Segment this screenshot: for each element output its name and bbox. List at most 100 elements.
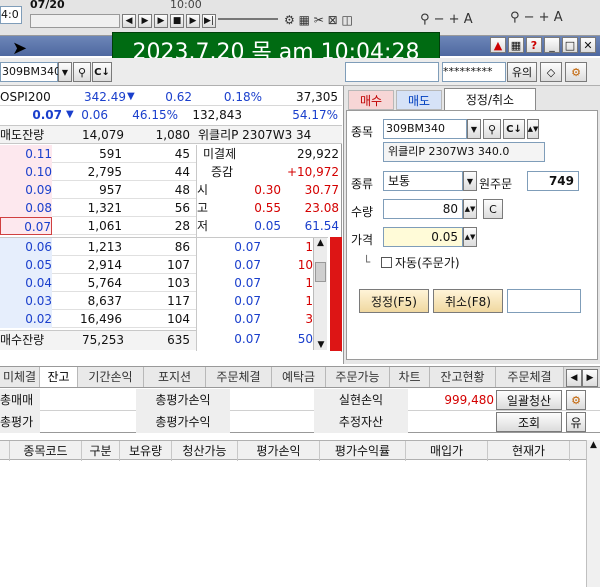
tool-icons-left[interactable]: ⚙ ▦ ✂ ⊠ ◫ [284, 13, 353, 27]
maximize-icon[interactable]: □ [562, 37, 578, 53]
index-volume: 37,305 [296, 90, 338, 104]
ask-price: 0.08 [0, 199, 52, 217]
bid-row[interactable]: 0.05 2,914 107 [0, 256, 196, 274]
price-volume: 132,843 [192, 108, 242, 122]
cancel-order-button[interactable]: 취소(F8) [433, 289, 503, 313]
info-value-2: 30.77 [304, 183, 339, 197]
scroll-down-icon[interactable]: ▼ [314, 340, 328, 350]
price-stepper[interactable]: ▲▼ [463, 227, 477, 247]
window-controls[interactable]: ▲ ▦ ? _ □ ✕ [440, 37, 600, 55]
order-code-input[interactable]: 309BM340 [383, 119, 467, 139]
summary-gear-icon[interactable]: ⚙ [566, 390, 586, 410]
settings-gear-icon[interactable]: ⚙ [565, 62, 587, 82]
zoom-icons-left[interactable]: ⚲ − + A [420, 12, 473, 27]
qty-input[interactable]: 80 [383, 199, 463, 219]
col-eval-return[interactable]: 평가수익률 [320, 441, 406, 461]
tab-order-fill[interactable]: 주문체결 [206, 367, 272, 387]
stop-button[interactable]: ■ [170, 14, 184, 28]
holdings-scrollbar[interactable]: ▲ [586, 440, 600, 587]
trade-scrollbar[interactable]: ▲ ▼ [313, 238, 327, 350]
col-type[interactable]: 구분 [82, 441, 120, 461]
tab-scroll-right-icon[interactable]: ▶ [582, 369, 598, 387]
info-label: 미결제 [203, 147, 237, 161]
tab-orderable[interactable]: 주문가능 [326, 367, 390, 387]
forward-button[interactable]: ▶ [186, 14, 200, 28]
liquidate-all-button[interactable]: 일괄청산 [496, 390, 562, 410]
scroll-track[interactable] [30, 14, 120, 28]
ask-row[interactable]: 0.11 591 45 [0, 145, 196, 163]
grid-icon[interactable]: ▦ [508, 37, 524, 53]
realized-pnl-label: 실현손익 [314, 389, 408, 411]
ask-row-current[interactable]: 0.07 1,061 28 [0, 217, 196, 235]
code-dropdown[interactable]: ▼ [58, 62, 72, 82]
code-input[interactable]: 309BM340 [0, 62, 61, 82]
col-eval-pnl[interactable]: 평가손익 [238, 441, 320, 461]
zoom-icons-right[interactable]: ⚲ − + A [510, 10, 563, 25]
play-button[interactable]: ◀ [122, 14, 136, 28]
history-icon[interactable]: C↓ [92, 62, 112, 82]
bid-count: 107 [167, 258, 190, 272]
flag-icon[interactable]: ▲ [490, 37, 506, 53]
info-value: 29,922 [297, 147, 339, 161]
account-input[interactable] [345, 62, 439, 82]
qty-clear-button[interactable]: C [483, 199, 503, 219]
tab-balance-status[interactable]: 잔고현황 [430, 367, 496, 387]
tab-sell[interactable]: 매도 [396, 90, 442, 110]
bid-count: 104 [167, 312, 190, 326]
col-buy-price[interactable]: 매입가 [406, 441, 488, 461]
tab-position[interactable]: 포지션 [144, 367, 206, 387]
minimize-icon[interactable]: _ [544, 37, 560, 53]
eraser-icon[interactable]: ◇ [540, 62, 562, 82]
ask-count-cell: 28 [174, 219, 190, 233]
tab-buy[interactable]: 매수 [348, 90, 394, 110]
next-button[interactable]: ▶ [138, 14, 152, 28]
search-icon[interactable]: ⚲ [73, 62, 91, 82]
header-checkbox[interactable] [0, 441, 10, 461]
bid-row[interactable]: 0.03 8,637 117 [0, 292, 196, 310]
close-icon[interactable]: ✕ [580, 37, 596, 53]
tab-balance[interactable]: 잔고 [40, 367, 78, 387]
ask-row[interactable]: 0.08 1,321 56 [0, 199, 196, 217]
tab-deposit[interactable]: 예탁금 [272, 367, 326, 387]
tab-scroll-left-icon[interactable]: ◀ [566, 369, 582, 387]
order-type-select[interactable]: 보통 [383, 171, 463, 191]
query-button[interactable]: 조회 [496, 412, 562, 432]
bid-row[interactable]: 0.04 5,764 103 [0, 274, 196, 292]
col-current-price[interactable]: 현재가 [488, 441, 570, 461]
original-order-input[interactable]: 749 [527, 171, 579, 191]
col-holding[interactable]: 보유량 [120, 441, 172, 461]
bid-row[interactable]: 0.02 16,496 104 [0, 310, 196, 328]
tab-period-pnl[interactable]: 기간손익 [78, 367, 144, 387]
password-input[interactable]: ********* [442, 62, 506, 82]
end-button[interactable]: ▶| [202, 14, 216, 28]
order-spin-icon[interactable]: ▲▼ [527, 119, 539, 139]
order-code-dropdown[interactable]: ▼ [467, 119, 481, 139]
scroll-thumb[interactable] [315, 262, 326, 282]
notice-small-button[interactable]: 유 [566, 412, 586, 432]
scroll-up-icon[interactable]: ▲ [314, 238, 327, 248]
play-forward-button[interactable]: ▶ [154, 14, 168, 28]
col-liquidable[interactable]: 청산가능 [172, 441, 238, 461]
tab-unfilled[interactable]: 미체결 [0, 367, 40, 387]
qty-stepper[interactable]: ▲▼ [463, 199, 477, 219]
bid-row[interactable]: 0.06 1,213 86 [0, 238, 196, 256]
help-icon[interactable]: ? [526, 37, 542, 53]
order-search-icon[interactable]: ⚲ [483, 119, 501, 139]
trade-price: 0.07 [234, 294, 261, 308]
tab-order-fill-2[interactable]: 주문체결 [496, 367, 564, 387]
speed-slider[interactable] [218, 18, 278, 20]
ask-row[interactable]: 0.10 2,795 44 [0, 163, 196, 181]
notice-button[interactable]: 유의 [507, 62, 537, 82]
order-history-icon[interactable]: C↓ [503, 119, 525, 139]
auto-checkbox[interactable] [381, 257, 392, 268]
holdings-scroll-up-icon[interactable]: ▲ [587, 440, 600, 450]
order-type-dropdown[interactable]: ▼ [463, 171, 477, 191]
summary-row-1: 총매매 총평가손익 실현손익 999,480 일괄청산 ⚙ [0, 389, 600, 411]
tab-modify-cancel[interactable]: 정정/취소 [444, 88, 536, 110]
modify-button[interactable]: 정정(F5) [359, 289, 429, 313]
ask-row[interactable]: 0.09 957 48 [0, 181, 196, 199]
order-book: 매도잔량 14,079 1,080 위클리P 2307W3 34 0.11 59… [0, 126, 342, 352]
tab-chart[interactable]: 차트 [390, 367, 430, 387]
price-input[interactable]: 0.05 [383, 227, 463, 247]
col-code[interactable]: 종목코드 [10, 441, 82, 461]
